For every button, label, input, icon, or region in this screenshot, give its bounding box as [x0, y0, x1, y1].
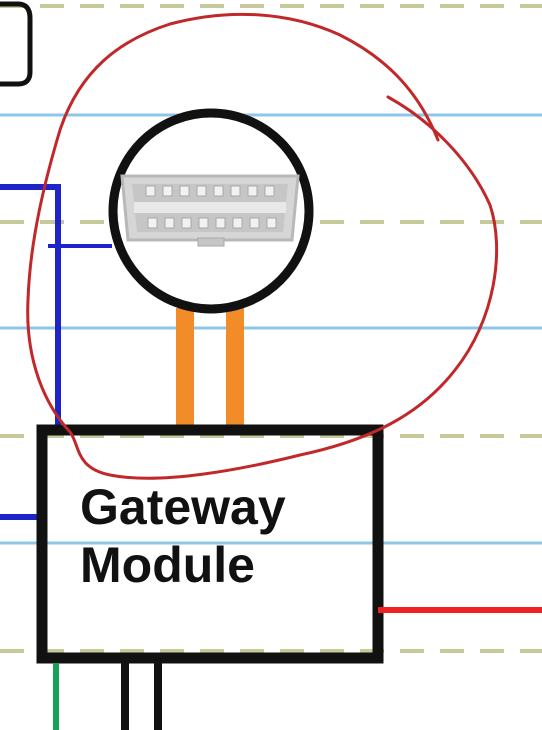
orange-wires — [176, 308, 244, 430]
obd2-connector-icon — [120, 174, 300, 247]
gateway-module-label-line2: Module — [80, 537, 255, 593]
obd-port — [108, 108, 314, 314]
wiring-diagram — [0, 1, 542, 730]
orange-wire-left — [176, 308, 194, 430]
blue-wires — [0, 184, 112, 520]
adjacent-component-box — [0, 1, 33, 87]
gateway-module-label-line1: Gateway — [80, 479, 286, 535]
orange-wire-right — [226, 308, 244, 430]
gateway-module-label: Gateway Module — [80, 478, 286, 594]
